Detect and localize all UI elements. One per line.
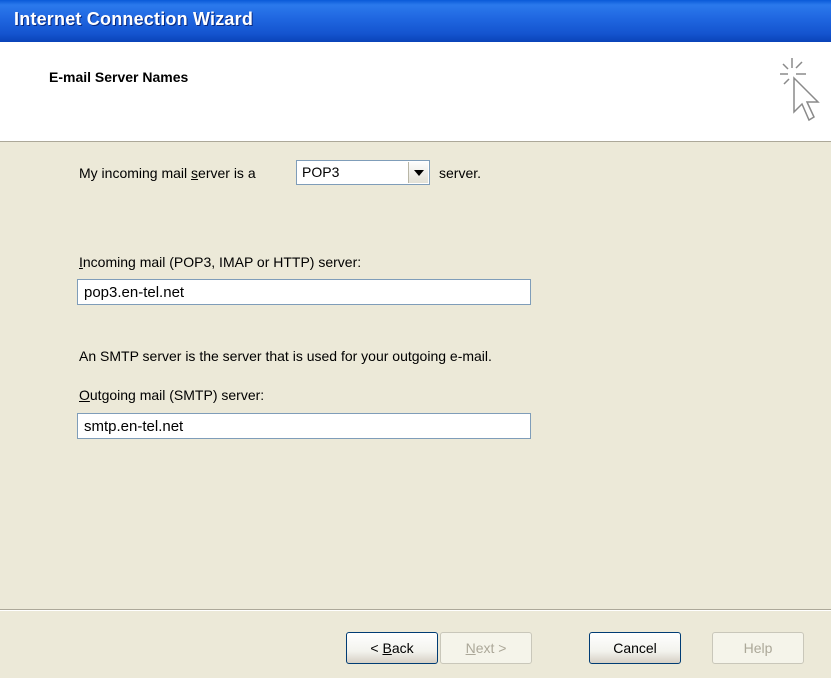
incoming-server-type-select[interactable]: POP3	[296, 160, 430, 185]
next-button[interactable]: Next >	[440, 632, 532, 664]
wizard-header: E-mail Server Names	[0, 42, 831, 142]
smtp-info-text: An SMTP server is the server that is use…	[79, 348, 492, 364]
cancel-button[interactable]: Cancel	[589, 632, 681, 664]
help-button[interactable]: Help	[712, 632, 804, 664]
wizard-body	[0, 142, 831, 608]
outgoing-server-input[interactable]	[78, 414, 530, 438]
incoming-type-label: My incoming mail server is a	[79, 165, 256, 181]
title-bar[interactable]: Internet Connection Wizard	[0, 0, 831, 42]
wizard-cursor-icon	[780, 58, 820, 122]
incoming-server-label: Incoming mail (POP3, IMAP or HTTP) serve…	[79, 254, 362, 270]
incoming-server-type-value: POP3	[302, 164, 340, 180]
incoming-server-input[interactable]	[78, 280, 530, 304]
page-title: E-mail Server Names	[49, 69, 189, 85]
outgoing-server-label: Outgoing mail (SMTP) server:	[79, 387, 265, 403]
window-title: Internet Connection Wizard	[14, 9, 254, 29]
chevron-down-icon[interactable]	[408, 162, 428, 183]
footer-divider	[0, 609, 831, 611]
back-button[interactable]: < Back	[346, 632, 438, 664]
outgoing-server-field[interactable]	[77, 413, 531, 439]
server-suffix-label: server.	[439, 165, 482, 181]
incoming-server-field[interactable]	[77, 279, 531, 305]
